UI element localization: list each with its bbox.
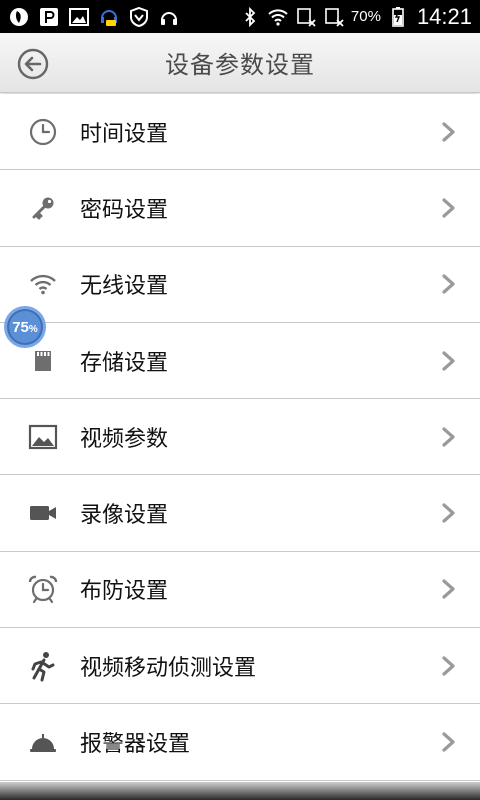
badge-unit: % [28,323,38,335]
settings-item-label: 录像设置 [80,503,169,529]
settings-item-video-params[interactable]: 视频参数 [0,399,480,476]
shield-icon [128,6,150,28]
parking-icon [38,6,60,28]
signal-off-icon [295,6,317,28]
floating-memory-badge[interactable]: 75% [4,306,46,348]
chevron-right-icon [442,427,455,447]
badge-value: 75 [12,318,29,336]
settings-item-label: 布防设置 [80,579,169,605]
headphones-icon [158,6,180,28]
wifi-icon [267,6,289,28]
app-icon [8,6,30,28]
settings-item-label: 报警器设置 [80,732,191,758]
settings-item-recording[interactable]: 录像设置 [0,475,480,552]
battery-percent: 70% [350,8,381,25]
alarm-clock-icon [25,571,61,607]
settings-item-storage[interactable]: 存储设置 [0,322,480,400]
settings-item-label: 无线设置 [80,274,169,300]
service-bell-icon [25,724,61,760]
clock-time: 14:21 [416,3,472,29]
chevron-right-icon [442,579,455,600]
settings-item-alarm[interactable]: 报警器设置 [0,704,480,781]
chevron-right-icon [442,732,455,752]
settings-item-arming[interactable]: 布防设置 [0,551,480,629]
clock-icon [25,114,61,150]
bluetooth-icon [239,6,261,28]
settings-item-label: 密码设置 [80,197,169,223]
chevron-right-icon [442,198,455,218]
status-bar: 70% 14:21 [0,0,480,33]
settings-item-label: 视频移动侦测设置 [80,655,257,681]
chevron-right-icon [442,274,455,294]
key-icon [25,190,61,226]
back-arrow-icon [17,48,49,80]
settings-list: 时间设置 密码设置 无线设置 存储设置 视频参数 录像设置 布防设置 视频移动侦… [0,94,480,781]
signal-off-icon [323,6,345,28]
bottom-edge-bar [0,782,480,800]
settings-item-label: 视频参数 [80,426,169,452]
chevron-right-icon [442,350,455,371]
running-man-icon [25,648,61,684]
settings-item-label: 存储设置 [80,350,169,376]
headset-chat-icon [98,6,120,28]
wifi-icon [25,266,61,302]
settings-item-motion-detection[interactable]: 视频移动侦测设置 [0,628,480,705]
settings-item-label: 时间设置 [80,121,169,147]
video-camera-icon [25,495,61,531]
settings-item-password[interactable]: 密码设置 [0,170,480,247]
chevron-right-icon [442,656,455,676]
page-title: 设备参数设置 [165,51,315,79]
chevron-right-icon [442,122,455,142]
battery-charging-icon [387,6,409,28]
settings-item-time[interactable]: 时间设置 [0,94,480,171]
app-header: 设备参数设置 [0,33,480,93]
sd-card-icon [25,343,61,379]
chevron-right-icon [442,503,455,523]
settings-item-wireless[interactable]: 无线设置 [0,246,480,323]
image-icon [68,6,90,28]
status-right-icons: 70% 14:21 [239,4,472,30]
back-button[interactable] [16,47,50,81]
status-left-icons [8,6,180,28]
picture-icon [25,419,61,455]
